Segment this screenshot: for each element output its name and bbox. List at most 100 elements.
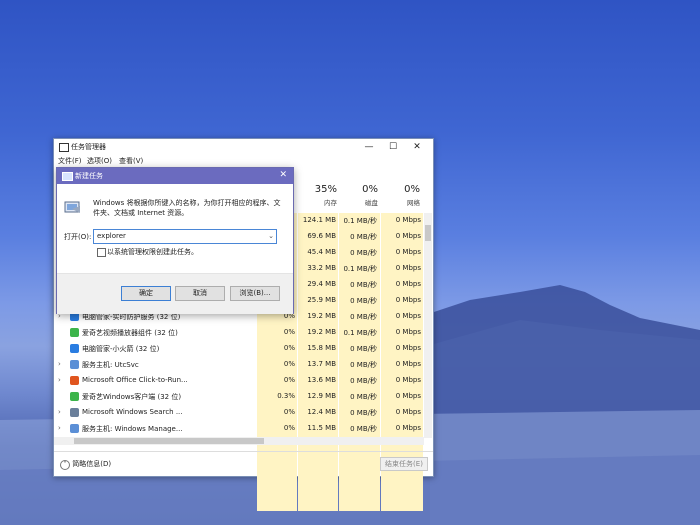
process-disk-cell: 0 MB/秒 bbox=[350, 393, 377, 401]
process-disk-cell: 0.1 MB/秒 bbox=[343, 217, 377, 225]
open-combobox[interactable]: explorer ⌄ bbox=[93, 229, 277, 244]
process-name: 服务主机: UtcSvc bbox=[82, 361, 139, 369]
new-task-title: 新建任务 bbox=[75, 172, 103, 180]
process-net-cell: 0 Mbps bbox=[395, 408, 421, 416]
run-icon bbox=[62, 172, 73, 181]
column-header-memory[interactable]: 35% 内存 bbox=[297, 184, 337, 207]
dialog-description: Windows 将根据你所键入的名称，为你打开相应的程序、文件夹、文档或 Int… bbox=[93, 199, 281, 217]
process-mem-cell: 11.5 MB bbox=[307, 424, 336, 432]
process-icon bbox=[70, 424, 79, 433]
task-manager-footer: ˄ 简略信息(D) 结束任务(E) bbox=[54, 451, 433, 476]
process-icon bbox=[70, 376, 79, 385]
process-row[interactable]: › Microsoft Windows Search ... 0% 12.4 MB 0 … bbox=[54, 405, 424, 421]
process-disk-cell: 0.1 MB/秒 bbox=[343, 329, 377, 337]
process-disk-cell: 0 MB/秒 bbox=[350, 361, 377, 369]
process-icon bbox=[70, 328, 79, 337]
process-mem-cell: 29.4 MB bbox=[307, 280, 336, 288]
chevron-down-icon[interactable]: ⌄ bbox=[268, 232, 274, 240]
disk-label: 磁盘 bbox=[365, 199, 378, 207]
process-mem-cell: 19.2 MB bbox=[307, 312, 336, 320]
memory-label: 内存 bbox=[324, 199, 337, 207]
process-cpu-cell: 0% bbox=[283, 408, 295, 416]
menu-file[interactable]: 文件(F) bbox=[58, 156, 82, 166]
process-disk-cell: 0 MB/秒 bbox=[350, 297, 377, 305]
process-net-cell: 0 Mbps bbox=[395, 296, 421, 304]
process-net-cell: 0 Mbps bbox=[395, 216, 421, 224]
process-disk-cell: 0 MB/秒 bbox=[350, 425, 377, 433]
process-row[interactable]: › 服务主机: Windows Manage... 0% 11.5 MB 0 MB/秒 0… bbox=[54, 421, 424, 437]
network-label: 网络 bbox=[407, 199, 420, 207]
minimize-button[interactable]: — bbox=[357, 139, 381, 155]
vertical-scrollbar[interactable] bbox=[424, 213, 432, 438]
maximize-button[interactable]: ☐ bbox=[381, 139, 405, 155]
process-disk-cell: 0 MB/秒 bbox=[350, 249, 377, 257]
expand-chevron-icon[interactable]: › bbox=[58, 360, 61, 368]
new-task-titlebar[interactable]: 新建任务 ✕ bbox=[57, 168, 293, 184]
process-cpu-cell: 0% bbox=[283, 360, 295, 368]
dialog-button-bar: 确定 取消 浏览(B)... bbox=[57, 273, 293, 314]
network-percent: 0% bbox=[404, 184, 420, 195]
expand-chevron-icon[interactable]: › bbox=[58, 376, 61, 384]
column-header-disk[interactable]: 0% 磁盘 bbox=[338, 184, 378, 207]
process-cpu-cell: 0% bbox=[283, 376, 295, 384]
expand-chevron-icon[interactable]: › bbox=[58, 408, 61, 416]
process-net-cell: 0 Mbps bbox=[395, 392, 421, 400]
process-net-cell: 0 Mbps bbox=[395, 280, 421, 288]
horizontal-scroll-thumb[interactable] bbox=[74, 438, 264, 444]
process-net-cell: 0 Mbps bbox=[395, 328, 421, 336]
process-disk-cell: 0 MB/秒 bbox=[350, 281, 377, 289]
chevron-up-icon: ˄ bbox=[60, 460, 70, 470]
cancel-button[interactable]: 取消 bbox=[175, 286, 225, 301]
process-net-cell: 0 Mbps bbox=[395, 232, 421, 240]
process-row[interactable]: › Microsoft Office Click-to-Run... 0% 13.6 … bbox=[54, 373, 424, 389]
process-cpu-cell: 0.3% bbox=[277, 392, 295, 400]
fewer-details-label: 简略信息(D) bbox=[72, 460, 112, 468]
process-net-cell: 0 Mbps bbox=[395, 424, 421, 432]
process-disk-cell: 0 MB/秒 bbox=[350, 233, 377, 241]
process-net-cell: 0 Mbps bbox=[395, 344, 421, 352]
process-mem-cell: 13.7 MB bbox=[307, 360, 336, 368]
column-header-network[interactable]: 0% 网络 bbox=[380, 184, 420, 207]
process-row[interactable]: › 服务主机: UtcSvc 0% 13.7 MB 0 MB/秒 0 Mbps bbox=[54, 357, 424, 373]
process-row[interactable]: 电脑管家-小火箭 (32 位) 0% 15.8 MB 0 MB/秒 0 Mbps bbox=[54, 341, 424, 357]
fewer-details-link[interactable]: ˄ 简略信息(D) bbox=[60, 459, 111, 470]
close-button[interactable]: ✕ bbox=[405, 139, 429, 155]
process-name: Microsoft Windows Search ... bbox=[82, 408, 183, 416]
process-disk-cell: 0 MB/秒 bbox=[350, 313, 377, 321]
menu-view[interactable]: 查看(V) bbox=[119, 156, 143, 166]
end-task-button[interactable]: 结束任务(E) bbox=[380, 457, 428, 471]
dialog-close-icon[interactable]: ✕ bbox=[279, 170, 287, 180]
menu-options[interactable]: 选项(O) bbox=[87, 156, 112, 166]
horizontal-scrollbar[interactable] bbox=[54, 437, 424, 445]
vertical-scroll-thumb[interactable] bbox=[425, 225, 431, 241]
process-mem-cell: 33.2 MB bbox=[307, 264, 336, 272]
process-mem-cell: 12.4 MB bbox=[307, 408, 336, 416]
admin-checkbox[interactable] bbox=[97, 248, 106, 257]
ok-button[interactable]: 确定 bbox=[121, 286, 171, 301]
process-row[interactable]: 爱奇艺视频播放器组件 (32 位) 0% 19.2 MB 0.1 MB/秒 0 Mbps bbox=[54, 325, 424, 341]
process-net-cell: 0 Mbps bbox=[395, 376, 421, 384]
expand-chevron-icon[interactable]: › bbox=[58, 424, 61, 432]
process-disk-cell: 0 MB/秒 bbox=[350, 377, 377, 385]
process-icon bbox=[70, 392, 79, 401]
task-manager-titlebar[interactable]: 任务管理器 — ☐ ✕ bbox=[54, 139, 433, 155]
process-cpu-cell: 0% bbox=[283, 328, 295, 336]
open-input[interactable]: explorer bbox=[97, 232, 126, 240]
process-name: 爱奇艺视频播放器组件 (32 位) bbox=[82, 329, 178, 337]
task-manager-icon bbox=[59, 143, 69, 152]
process-disk-cell: 0 MB/秒 bbox=[350, 409, 377, 417]
process-cpu-cell: 0% bbox=[283, 424, 295, 432]
new-task-dialog: 新建任务 ✕ Windows 将根据你所键入的名称，为你打开相应的程序、文件夹、… bbox=[56, 167, 294, 314]
process-net-cell: 0 Mbps bbox=[395, 248, 421, 256]
open-label: 打开(O): bbox=[64, 233, 92, 241]
process-net-cell: 0 Mbps bbox=[395, 264, 421, 272]
process-net-cell: 0 Mbps bbox=[395, 312, 421, 320]
process-mem-cell: 15.8 MB bbox=[307, 344, 336, 352]
process-mem-cell: 69.6 MB bbox=[307, 232, 336, 240]
process-name: 电脑管家-小火箭 (32 位) bbox=[82, 345, 160, 353]
process-row[interactable]: 爱奇艺Windows客户端 (32 位) 0.3% 12.9 MB 0 MB/秒 0 M… bbox=[54, 389, 424, 405]
process-mem-cell: 124.1 MB bbox=[302, 216, 336, 224]
browse-button[interactable]: 浏览(B)... bbox=[230, 286, 280, 301]
task-manager-title: 任务管理器 bbox=[71, 143, 106, 151]
process-mem-cell: 19.2 MB bbox=[307, 328, 336, 336]
